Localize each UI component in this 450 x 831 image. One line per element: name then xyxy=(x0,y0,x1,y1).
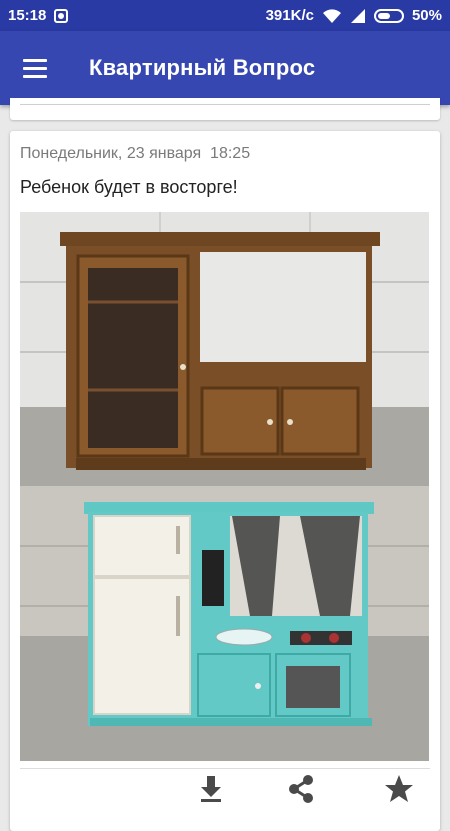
menu-icon[interactable] xyxy=(23,58,47,78)
post-title: Ребенок будет в восторге! xyxy=(20,177,238,197)
post-photo-before[interactable] xyxy=(20,212,429,486)
status-bar: 15:18 391K/c 50% xyxy=(0,0,450,31)
app-title: Квартирный Вопрос xyxy=(89,55,316,80)
divider xyxy=(20,768,430,769)
status-time: 15:18 xyxy=(8,7,47,24)
network-speed: 391K/c xyxy=(265,7,314,24)
notification-icon xyxy=(54,8,69,23)
post-card: Понедельник, 23 января 18:25 Ребенок буд… xyxy=(10,131,440,831)
post-actions xyxy=(10,771,440,803)
post-date: Понедельник, 23 января 18:25 xyxy=(20,145,251,162)
battery-percent: 50% xyxy=(411,7,442,24)
divider xyxy=(20,104,430,105)
app-bar: Квартирный Вопрос xyxy=(0,31,450,105)
wifi-icon xyxy=(322,8,341,23)
previous-card xyxy=(10,98,440,120)
signal-icon xyxy=(350,8,365,23)
battery-icon xyxy=(373,8,404,23)
status-right: 391K/c 50% xyxy=(266,7,442,24)
post-photo-after[interactable] xyxy=(20,486,429,761)
